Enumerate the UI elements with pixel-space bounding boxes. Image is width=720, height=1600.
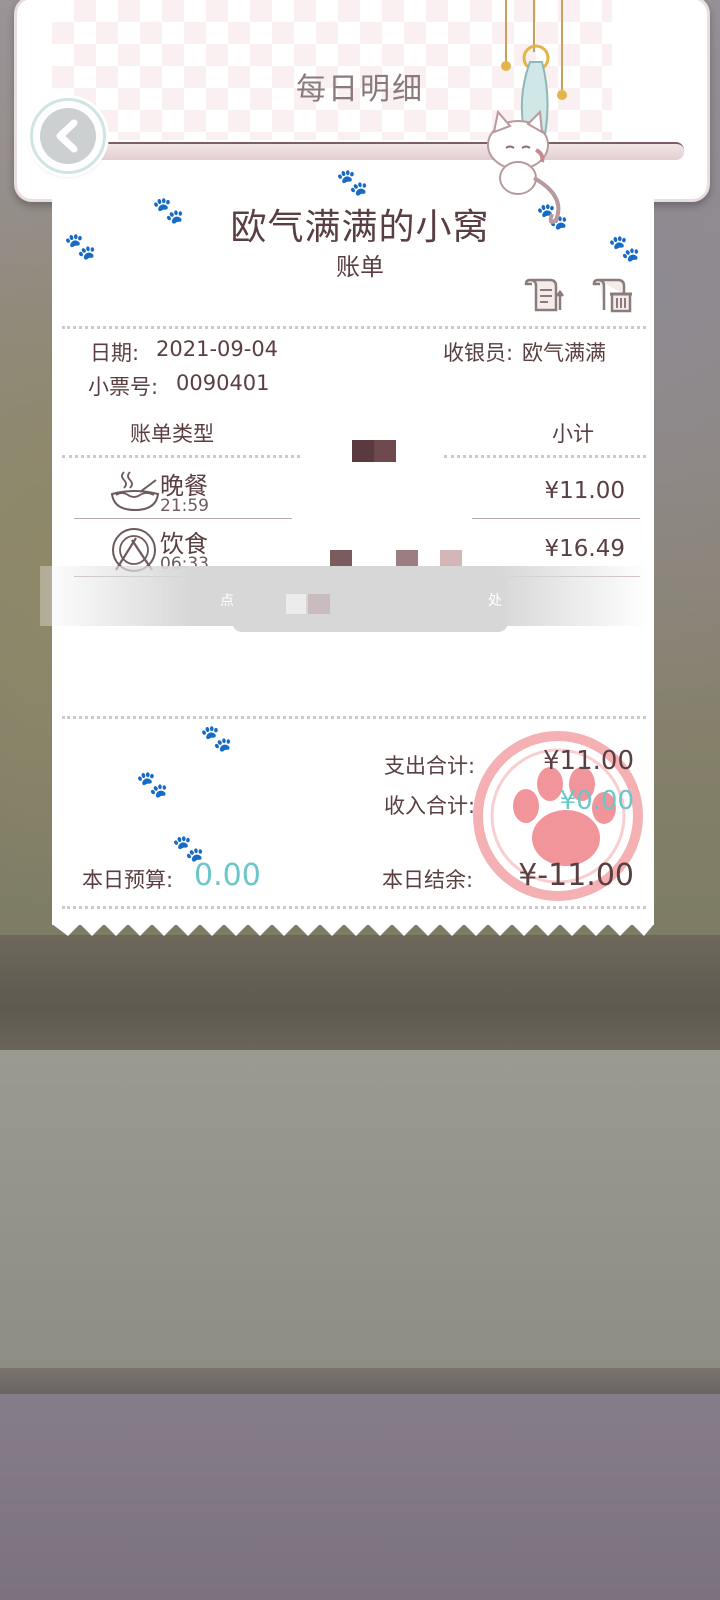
- hint-text-left: 点: [220, 593, 234, 609]
- paw-print-icon: 🐾: [336, 168, 369, 198]
- delete-receipt-icon: [592, 278, 632, 313]
- paw-print-icon: 🐾: [200, 724, 233, 754]
- redacted-block: [232, 570, 508, 632]
- paw-print-icon: 🐾: [136, 770, 169, 800]
- background-floor: [0, 1394, 720, 1600]
- delete-receipt-button[interactable]: [592, 276, 636, 314]
- ticket-value: 0090401: [176, 371, 270, 395]
- column-header-type: 账单类型: [130, 422, 214, 446]
- column-header-subtotal: 小计: [552, 422, 594, 446]
- edit-receipt-icon: [524, 278, 564, 312]
- shop-name: 欧气满满的小窝: [230, 207, 490, 248]
- background-strip: [0, 1368, 720, 1394]
- back-button[interactable]: [30, 98, 106, 174]
- redacted-block: [352, 440, 396, 462]
- edit-receipt-button[interactable]: [524, 276, 568, 314]
- date-value: 2021-09-04: [156, 337, 279, 361]
- budget-label: 本日预算:: [82, 868, 174, 892]
- row-divider: [472, 518, 640, 519]
- item-time: 21:59: [160, 496, 209, 516]
- redacted-block: [286, 594, 306, 614]
- background-shelf: [0, 935, 720, 1055]
- expense-total-label: 支出合计:: [384, 754, 476, 778]
- receipt-torn-edge: [52, 922, 654, 936]
- cashier-value: 欧气满满: [522, 341, 606, 365]
- balance-value: ¥-11.00: [518, 858, 634, 893]
- row-divider: [74, 518, 292, 519]
- item-amount: ¥16.49: [544, 536, 625, 562]
- expense-total-value: ¥11.00: [543, 746, 634, 776]
- cashier-label: 收银员:: [443, 341, 514, 365]
- date-label: 日期:: [90, 341, 140, 365]
- income-total-value: ¥0.00: [559, 786, 634, 816]
- page-title: 每日明细: [296, 72, 424, 107]
- budget-value: 0.00: [194, 858, 261, 893]
- item-amount: ¥11.00: [544, 478, 625, 504]
- dotted-divider: [62, 455, 300, 458]
- cat-decoration-icon: [487, 0, 567, 224]
- noodle-bowl-icon: [110, 471, 160, 512]
- hint-text-right: 处: [488, 593, 502, 609]
- dotted-divider: [62, 906, 646, 909]
- dotted-divider: [444, 455, 646, 458]
- ticket-label: 小票号:: [88, 375, 159, 399]
- income-total-label: 收入合计:: [384, 794, 476, 818]
- dotted-divider: [62, 326, 646, 329]
- redacted-block: [308, 594, 330, 614]
- background-wall: [0, 1050, 720, 1370]
- back-arrow-icon: [40, 108, 96, 164]
- balance-label: 本日结余:: [382, 868, 474, 892]
- dotted-divider: [62, 716, 646, 719]
